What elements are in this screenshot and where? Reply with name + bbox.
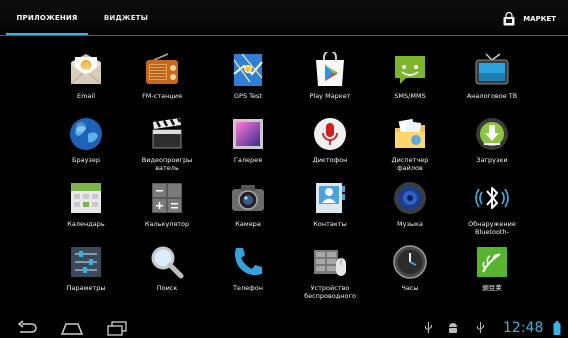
globe-icon [70,118,102,150]
app-file-manager[interactable]: Диспетчер файлов [374,116,446,178]
calculator-icon [152,183,182,213]
usb-connected-icon [477,322,484,333]
usb-icon [425,322,432,333]
app-label: Поиск [156,284,178,292]
app-grid: @ Email FM-станция GPS Test Play Маркет … [0,0,568,318]
settings-sliders-icon [71,247,101,277]
gallery-icon [233,119,263,149]
bluetooth-icon [475,187,509,209]
camera-icon [232,185,264,211]
contacts-icon [316,183,345,213]
clock-icon [393,245,427,279]
app-label: Часы [401,284,419,292]
app-label: Play Маркет [309,92,351,100]
app-label: Календарь [67,220,105,228]
app-label: Параметры [66,284,106,292]
app-label: Обнаружение Bluetooth- [468,220,516,236]
app-label: Диктофон [312,156,348,164]
app-label: Загрузки [476,156,508,164]
app-label: Email [76,92,96,100]
app-gallery[interactable]: Галерея [212,116,284,178]
app-label: Устройство беспроводного [304,284,356,300]
sms-icon [395,56,425,84]
clapperboard-icon [152,117,182,149]
wandoujia-icon [477,247,507,277]
app-wireless-device[interactable]: Устройство беспроводного [294,244,366,306]
email-icon: @ [70,54,102,85]
app-label: Музыка [397,220,423,228]
svg-text:@: @ [82,61,90,70]
app-label: GPS Test [234,92,262,100]
app-label: Контакты [313,220,347,228]
app-label: FM-станция [142,92,182,100]
app-wandoujia[interactable]: 豌豆荚 [456,244,528,306]
app-label: Диспетчер файлов [391,156,429,172]
app-label: 豌豆荚 [482,284,502,292]
app-sms[interactable]: SMS/MMS [374,52,446,114]
app-music[interactable]: Музыка [374,180,446,242]
app-bluetooth[interactable]: Обнаружение Bluetooth- [456,180,528,242]
app-calendar[interactable]: Календарь [50,180,122,242]
app-email[interactable]: @ Email [50,52,122,114]
speaker-icon [394,182,426,214]
app-label: SMS/MMS [394,92,426,100]
calendar-icon [71,183,101,213]
app-contacts[interactable]: Контакты [294,180,366,242]
battery-icon [553,321,561,335]
wireless-device-icon [314,250,346,276]
app-browser[interactable]: Браузер [50,116,122,178]
app-label: Аналоговое ТВ [466,92,518,100]
home-icon[interactable] [60,320,84,336]
back-icon[interactable] [16,320,38,336]
app-analog-tv[interactable]: Аналоговое ТВ [456,52,528,114]
app-label: Галерея [233,156,263,164]
app-label: Телефон [233,284,263,292]
app-label: Камера [235,220,261,228]
play-store-icon [316,52,344,86]
tv-icon [475,53,509,85]
radio-icon [146,53,178,84]
file-manager-icon [395,118,425,148]
app-clock[interactable]: Часы [374,244,446,306]
app-settings[interactable]: Параметры [50,244,122,306]
download-icon [476,118,508,150]
app-phone[interactable]: Телефон [212,244,284,306]
app-downloads[interactable]: Загрузки [456,116,528,178]
app-camera[interactable]: Камера [212,180,284,242]
app-calculator[interactable]: Калькулятор [131,180,203,242]
app-label: Калькулятор [144,220,190,228]
gps-map-icon [233,53,263,86]
app-label: Видеопроигры ватель [141,156,193,172]
app-search[interactable]: Поиск [131,244,203,306]
app-fm-radio[interactable]: FM-станция [126,52,198,114]
status-clock: 12:48 [503,320,544,336]
phone-icon [235,248,262,276]
android-debug-icon [449,323,457,333]
magnifier-icon [151,246,184,279]
microphone-icon [314,118,346,150]
recent-apps-icon[interactable] [106,320,128,336]
app-video-player[interactable]: Видеопроигры ватель [131,116,203,178]
system-bar: 12:48 [0,318,568,338]
app-gps-test[interactable]: GPS Test [212,52,284,114]
app-recorder[interactable]: Диктофон [294,116,366,178]
app-play-store[interactable]: Play Маркет [294,52,366,114]
app-label: Браузер [72,156,100,164]
